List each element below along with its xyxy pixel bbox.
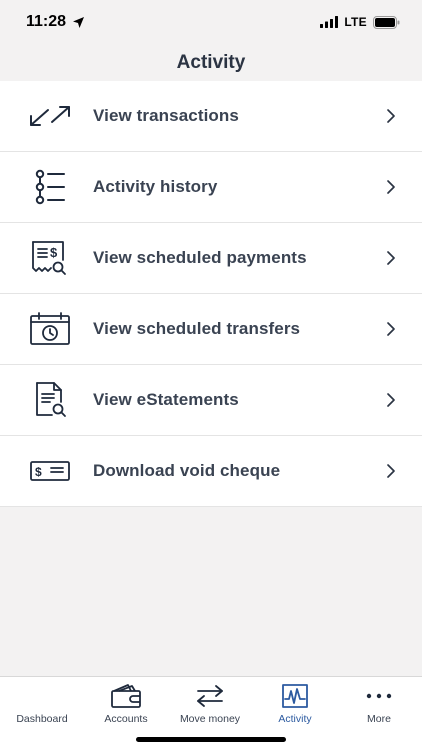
menu-item-label: View scheduled transfers: [93, 319, 301, 338]
status-bar: 11:28 LTE: [0, 0, 422, 44]
transfer-arrows-icon: [190, 682, 230, 710]
svg-text:$: $: [50, 245, 58, 260]
tab-dashboard[interactable]: Dashboard: [0, 677, 84, 727]
receipt-search-icon: $: [28, 236, 72, 280]
tab-label: Move money: [179, 713, 241, 725]
chevron-right-icon: [384, 320, 398, 338]
tab-label: Dashboard: [16, 713, 68, 725]
menu-item-scheduled-transfers[interactable]: View scheduled transfers: [0, 294, 422, 365]
menu-item-label: View eStatements: [93, 390, 239, 409]
battery-icon: [373, 15, 400, 29]
status-time-label: 11:28: [26, 13, 67, 30]
network-type: LTE: [344, 15, 367, 29]
activity-menu-list: View transactions Activity history $ Vie…: [0, 81, 422, 507]
tab-label: Activity: [278, 713, 312, 725]
menu-item-label: Activity history: [93, 177, 218, 196]
chevron-right-icon: [384, 178, 398, 196]
status-time: 11:28: [26, 13, 85, 31]
status-right: LTE: [320, 15, 400, 29]
menu-item-scheduled-payments[interactable]: $ View scheduled payments: [0, 223, 422, 294]
list-timeline-icon: [28, 165, 72, 209]
svg-text:$: $: [35, 465, 42, 479]
menu-item-view-transactions[interactable]: View transactions: [0, 81, 422, 152]
chevron-right-icon: [384, 107, 398, 125]
menu-item-label: View scheduled payments: [93, 248, 307, 267]
chevron-right-icon: [384, 249, 398, 267]
tab-label: More: [367, 713, 391, 725]
more-dots-icon: [359, 682, 399, 710]
signal-bars-icon: [320, 16, 339, 28]
wallet-icon: [106, 682, 146, 710]
dashboard-icon: [22, 682, 62, 710]
document-search-icon: [28, 378, 72, 422]
menu-item-activity-history[interactable]: Activity history: [0, 152, 422, 223]
menu-item-label: Download void cheque: [93, 461, 281, 480]
activity-pulse-icon: [275, 682, 315, 710]
tab-label: Accounts: [104, 713, 148, 725]
tab-accounts[interactable]: Accounts: [84, 677, 168, 727]
nav-header: Activity: [0, 44, 422, 81]
chevron-right-icon: [384, 391, 398, 409]
home-indicator: [136, 737, 286, 742]
location-arrow-icon: [73, 16, 85, 28]
tab-more[interactable]: More: [337, 677, 421, 727]
tab-activity[interactable]: Activity: [253, 677, 337, 727]
arrows-diagonal-icon: [28, 94, 72, 138]
menu-item-void-cheque[interactable]: $ Download void cheque: [0, 436, 422, 507]
menu-item-view-estatements[interactable]: View eStatements: [0, 365, 422, 436]
cheque-icon: $: [28, 449, 72, 493]
tab-move-money[interactable]: Move money: [168, 677, 252, 727]
page-title: Activity: [176, 51, 246, 73]
chevron-right-icon: [384, 462, 398, 480]
calendar-clock-icon: [28, 307, 72, 351]
menu-item-label: View transactions: [93, 106, 239, 125]
